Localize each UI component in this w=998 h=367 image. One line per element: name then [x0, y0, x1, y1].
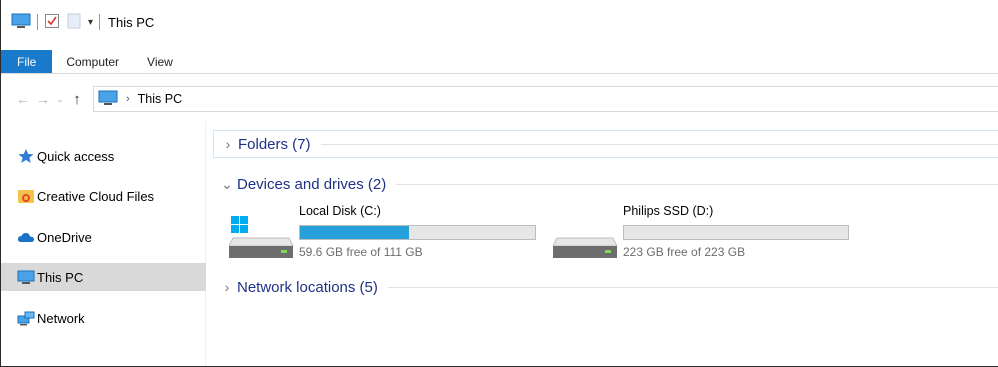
- tab-computer[interactable]: Computer: [52, 50, 133, 73]
- forward-arrow-icon[interactable]: →: [33, 91, 53, 107]
- divider: [396, 183, 998, 185]
- cloud-icon: [17, 229, 35, 245]
- drive-free-space: 59.6 GB free of 111 GB: [299, 245, 423, 259]
- drive-usage-bar: [623, 225, 849, 240]
- group-label: Devices and drives (2): [237, 175, 387, 193]
- sidebar-item-this-pc[interactable]: This PC: [1, 263, 206, 291]
- properties-icon[interactable]: [44, 13, 60, 32]
- creative-cloud-folder-icon: [17, 188, 35, 204]
- sidebar-item-label: Creative Cloud Files: [37, 188, 155, 204]
- breadcrumb-this-pc[interactable]: This PC: [138, 92, 182, 106]
- new-folder-icon[interactable]: [66, 13, 82, 32]
- sidebar-item-label: This PC: [37, 269, 84, 285]
- chevron-right-icon[interactable]: ›: [218, 136, 238, 152]
- sidebar-item-label: Network: [37, 310, 85, 326]
- explorer-window: ▾ This PC File Computer View ← → ⌄ ↑ › T…: [0, 0, 998, 367]
- sidebar-item-creative-cloud-files[interactable]: Creative Cloud Files: [1, 182, 206, 210]
- separator: [99, 14, 101, 30]
- windows-drive-icon: [228, 216, 295, 260]
- this-pc-icon[interactable]: [11, 13, 31, 32]
- sidebar-item-label: Quick access: [37, 148, 115, 164]
- recent-locations-icon[interactable]: ⌄: [53, 94, 67, 105]
- network-icon: [17, 310, 35, 326]
- drive-tile-philips-ssd-d[interactable]: Philips SSD (D:) 223 GB free of 223 GB: [552, 204, 873, 264]
- navigation-pane: Quick access Creative Cloud Files OneDri…: [1, 122, 206, 366]
- ribbon-tabs: File Computer View: [1, 50, 998, 74]
- drive-tile-local-disk-c[interactable]: Local Disk (C:) 59.6 GB free of 111 GB: [228, 204, 549, 264]
- drive-usage-fill: [300, 226, 409, 239]
- back-arrow-icon[interactable]: ←: [13, 91, 33, 107]
- drive-name: Local Disk (C:): [299, 204, 381, 218]
- address-bar[interactable]: › This PC: [93, 86, 998, 112]
- sidebar-item-network[interactable]: Network: [1, 304, 206, 332]
- drive-name: Philips SSD (D:): [623, 204, 714, 218]
- sidebar-item-label: OneDrive: [37, 229, 92, 245]
- content-pane: › Folders (7) ⌄ Devices and drives (2) L…: [207, 122, 998, 366]
- star-icon: [17, 148, 35, 164]
- tab-file[interactable]: File: [1, 50, 53, 73]
- monitor-icon: [17, 269, 35, 285]
- chevron-right-icon[interactable]: ›: [217, 279, 237, 295]
- customize-quick-access-icon[interactable]: ▾: [88, 17, 93, 28]
- divider: [320, 143, 998, 145]
- group-header-devices-and-drives[interactable]: ⌄ Devices and drives (2): [213, 170, 998, 198]
- navigation-bar: ← → ⌄ ↑ › This PC: [1, 84, 998, 114]
- chevron-right-icon[interactable]: ›: [126, 93, 130, 105]
- window-title: This PC: [108, 14, 155, 30]
- sidebar-item-quick-access[interactable]: Quick access: [1, 142, 206, 170]
- group-header-folders[interactable]: › Folders (7): [213, 130, 998, 158]
- this-pc-icon: [98, 90, 118, 109]
- title-bar: ▾ This PC: [1, 0, 998, 44]
- drive-free-space: 223 GB free of 223 GB: [623, 245, 746, 259]
- group-label: Folders (7): [238, 135, 311, 153]
- drive-icon: [552, 216, 619, 260]
- group-label: Network locations (5): [237, 278, 378, 296]
- up-arrow-icon[interactable]: ↑: [67, 91, 87, 108]
- tab-view[interactable]: View: [133, 50, 187, 73]
- drive-usage-bar: [299, 225, 536, 240]
- separator: [37, 14, 38, 30]
- group-header-network-locations[interactable]: › Network locations (5): [213, 273, 998, 301]
- sidebar-item-onedrive[interactable]: OneDrive: [1, 223, 206, 251]
- chevron-down-icon[interactable]: ⌄: [217, 176, 237, 193]
- divider: [387, 286, 998, 288]
